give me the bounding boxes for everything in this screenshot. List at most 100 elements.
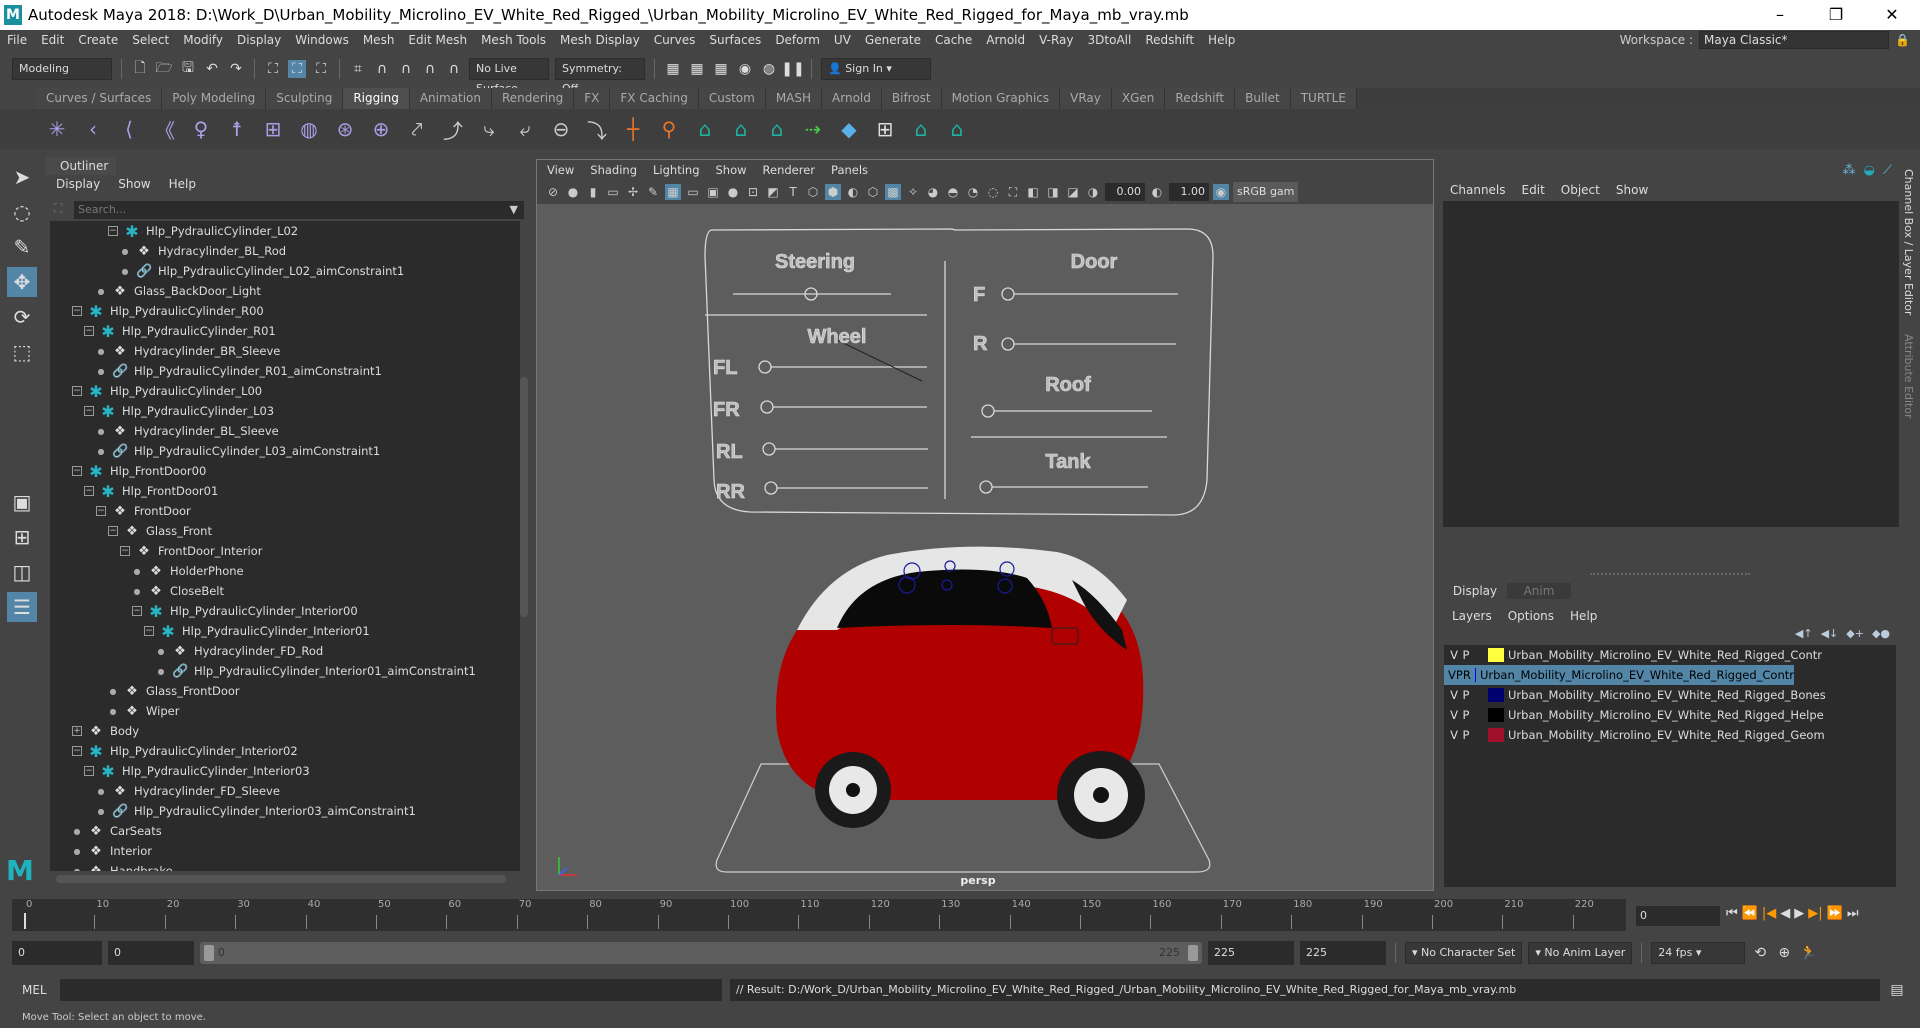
shelf-tab-vray[interactable]: VRay [1060, 88, 1112, 109]
shelf-tab-bullet[interactable]: Bullet [1235, 88, 1291, 109]
tab-channel-box-layer-editor[interactable]: Channel Box / Layer Editor [1902, 169, 1915, 316]
isolate-select-icon[interactable]: ⛶ [1005, 184, 1021, 200]
safe-title-icon[interactable]: T [785, 184, 801, 200]
outliner-layout-icon[interactable]: ☰ [7, 592, 37, 622]
viewport-menu-view[interactable]: View [547, 163, 574, 177]
viewport-menu-lighting[interactable]: Lighting [653, 163, 699, 177]
scale-tool-icon[interactable]: ⬚ [7, 337, 37, 367]
gate-mask-icon[interactable]: ● [725, 184, 741, 200]
range-slider[interactable]: 0 225 [200, 942, 1202, 964]
pole-vector-icon[interactable]: ⤵ [584, 116, 610, 143]
visibility-toggle[interactable]: V [1448, 728, 1460, 742]
layer-color-swatch[interactable] [1488, 648, 1504, 662]
bookmark-icon[interactable]: ▮ [585, 184, 601, 200]
menu-display[interactable]: Display [230, 33, 288, 47]
collapse-icon[interactable]: − [72, 386, 82, 396]
joint-tool-icon[interactable]: ✳ [44, 116, 70, 142]
playback-start-field[interactable]: 0 [108, 941, 194, 965]
outliner-scrollbar[interactable] [520, 377, 528, 617]
outliner-item[interactable]: ● ❖ Hydracylinder_FD_Sleeve [96, 781, 280, 801]
lights-icon[interactable]: ✧ [905, 184, 921, 200]
locator-icon[interactable]: ┼ [620, 116, 646, 142]
menu-redshift[interactable]: Redshift [1138, 33, 1201, 47]
script-editor-icon[interactable]: ▤ [1888, 981, 1906, 999]
shelf-tab-curves-surfaces[interactable]: Curves / Surfaces [36, 88, 163, 109]
color-management-toggle-icon[interactable]: ◉ [1213, 184, 1229, 200]
outliner-item[interactable]: − ✱ Hlp_PydraulicCylinder_Interior03 [84, 761, 310, 781]
xray-icon[interactable]: ◧ [1025, 184, 1041, 200]
menu-create[interactable]: Create [71, 33, 125, 47]
pause-icon[interactable]: ❚❚ [781, 60, 804, 78]
outliner-item[interactable]: − ❖ FrontDoor_Interior [120, 541, 262, 561]
rivet-icon[interactable]: ⚲ [656, 116, 682, 142]
shelf-tab-motion-graphics[interactable]: Motion Graphics [941, 88, 1061, 109]
shelf-tab-rigging[interactable]: Rigging [343, 88, 410, 109]
go-to-end-icon[interactable]: ⏭ [1847, 906, 1859, 921]
parent-constraint-icon[interactable]: ⤤ [404, 116, 430, 142]
deformer-d-icon[interactable]: ⌂ [908, 116, 934, 142]
undo-icon[interactable]: ↶ [203, 60, 221, 78]
collapse-icon[interactable]: − [84, 326, 94, 336]
character-set-dropdown[interactable]: ▾ No Character Set [1405, 942, 1523, 964]
shelf-tab-fx-caching[interactable]: FX Caching [610, 88, 699, 109]
outliner-item[interactable]: ● ❖ CloseBelt [132, 581, 225, 601]
mel-label[interactable]: MEL [22, 983, 52, 997]
outliner-item[interactable]: − ❖ Glass_Front [108, 521, 212, 541]
playback-end-field[interactable]: 225 [1208, 941, 1294, 965]
filter-icon[interactable]: ⛶ [54, 201, 62, 216]
outliner-item[interactable]: ● ❖ Hydracylinder_BR_Sleeve [96, 341, 281, 361]
range-end-handle[interactable] [1188, 945, 1198, 961]
auto-key-icon[interactable]: ⊕ [1775, 944, 1793, 962]
outliner-menu-show[interactable]: Show [118, 177, 150, 191]
outliner-item[interactable]: ● ❖ Wiper [108, 701, 180, 721]
open-scene-icon[interactable]: 🗁 [155, 60, 173, 78]
outliner-item[interactable]: − ✱ Hlp_PydraulicCylinder_L02 [108, 221, 298, 241]
four-pane-layout-icon[interactable]: ⊞ [7, 522, 37, 552]
select-camera-icon[interactable]: ⊘ [545, 184, 561, 200]
shelf-tab-mash[interactable]: MASH [765, 88, 823, 109]
play-backward-icon[interactable]: ◀ [1780, 906, 1790, 921]
layer-menu-help[interactable]: Help [1570, 609, 1597, 623]
animation-end-field[interactable]: 225 [1300, 941, 1386, 965]
single-pane-layout-icon[interactable]: ▣ [7, 487, 37, 517]
playback-toggle[interactable]: P [1456, 668, 1463, 682]
point-constraint-icon[interactable]: ⤴ [440, 116, 466, 143]
loop-icon[interactable]: ⟲ [1751, 944, 1769, 962]
outliner-item[interactable]: ● ❖ Glass_FrontDoor [108, 681, 240, 701]
scale-constraint-icon[interactable]: ⤶ [512, 116, 538, 142]
channel-box-icon[interactable]: ⁂ [1843, 163, 1856, 178]
channel-menu-object[interactable]: Object [1561, 183, 1600, 197]
select-hierarchy-icon[interactable]: ⛶ [264, 60, 282, 78]
visibility-toggle[interactable]: V [1448, 708, 1460, 722]
exposure-icon[interactable]: ◑ [1085, 184, 1101, 200]
wireframe-on-shaded-icon[interactable]: ⬡ [865, 184, 881, 200]
collapse-icon[interactable]: − [120, 546, 130, 556]
snap-point-icon[interactable]: ∩ [397, 60, 415, 78]
outliner-item[interactable]: ● 🔗 Hlp_PydraulicCylinder_L02_aimConstrain… [120, 261, 405, 281]
menu-deform[interactable]: Deform [768, 33, 827, 47]
shelf-tab-redshift[interactable]: Redshift [1165, 88, 1236, 109]
anim-layer-dropdown[interactable]: ▾ No Anim Layer [1528, 942, 1633, 964]
default-material-icon[interactable]: ◐ [845, 184, 861, 200]
hypershade-icon[interactable]: ◉ [736, 60, 754, 78]
minimize-button[interactable]: – [1752, 0, 1808, 30]
collapse-icon[interactable]: − [132, 606, 142, 616]
collapse-icon[interactable]: − [84, 766, 94, 776]
collapse-icon[interactable]: − [72, 306, 82, 316]
snap-view-icon[interactable]: ∩ [421, 60, 439, 78]
snap-grid-icon[interactable]: ⌗ [349, 60, 367, 78]
deformer-e-icon[interactable]: ⌂ [944, 116, 970, 142]
viewport-scene[interactable]: Steering Wheel Door Roof Tank FL FR RL R… [537, 160, 1435, 892]
go-to-start-icon[interactable]: ⏮ [1726, 906, 1738, 921]
safe-action-icon[interactable]: ◩ [765, 184, 781, 200]
outliner-menu-display[interactable]: Display [56, 177, 100, 191]
new-scene-icon[interactable]: 🗋 [131, 60, 149, 78]
mel-input[interactable] [60, 979, 722, 1001]
viewport-menu-renderer[interactable]: Renderer [763, 163, 816, 177]
range-start-handle[interactable] [204, 945, 214, 961]
visibility-toggle[interactable]: V [1448, 668, 1456, 682]
menu-windows[interactable]: Windows [288, 33, 356, 47]
shelf-tab-rendering[interactable]: Rendering [492, 88, 575, 109]
step-back-key-icon[interactable]: ⏪ [1742, 906, 1758, 921]
live-surface-field[interactable]: No Live Surface [469, 58, 549, 95]
